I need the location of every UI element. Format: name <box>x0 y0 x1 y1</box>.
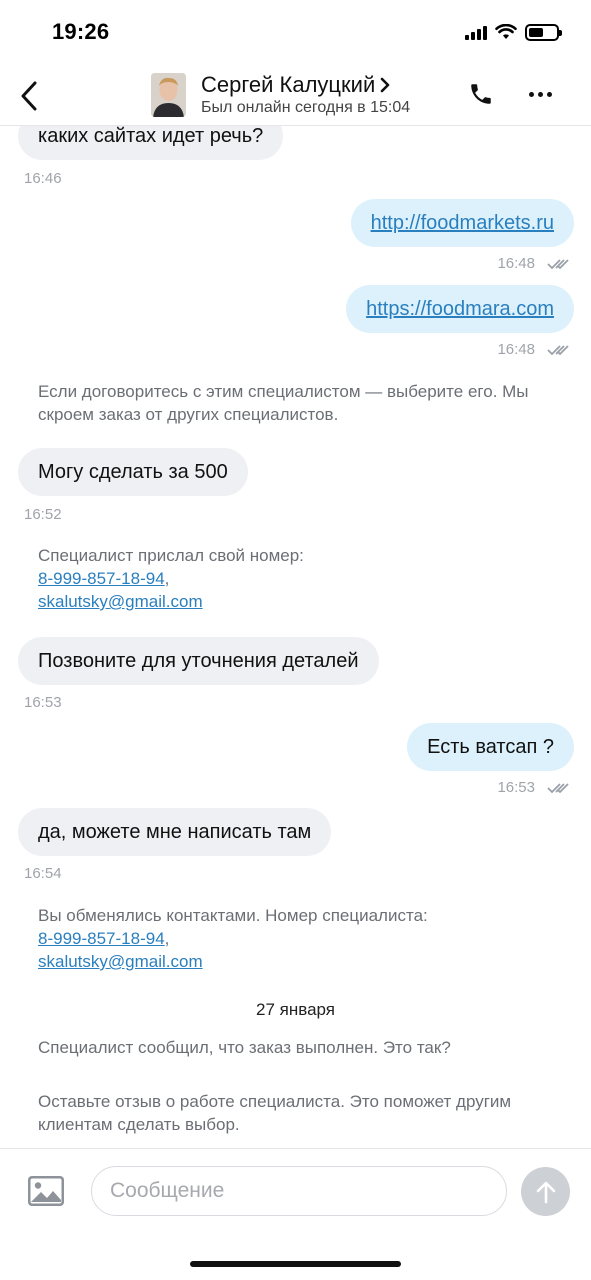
email-link[interactable]: skalutsky@gmail.com <box>38 592 203 611</box>
message-time: 16:53 <box>24 694 62 711</box>
message-outgoing[interactable]: https://foodmara.com <box>346 285 574 333</box>
message-incoming[interactable]: да, можете мне написать там <box>18 808 332 856</box>
battery-icon <box>525 23 562 41</box>
avatar[interactable] <box>151 73 186 117</box>
message-text: Могу сделать за 500 <box>38 461 228 483</box>
message-meta: 16:48 <box>497 341 569 358</box>
status-icons <box>465 22 562 42</box>
message-text: да, можете мне написать там <box>38 821 312 843</box>
message-incoming[interactable]: Позвоните для уточнения деталей <box>18 637 379 685</box>
contact-status: Был онлайн сегодня в 15:04 <box>201 99 411 116</box>
double-check-icon <box>547 782 569 793</box>
avatar-photo <box>151 73 186 117</box>
call-button[interactable] <box>468 81 498 111</box>
message-time: 16:48 <box>497 341 535 358</box>
back-button[interactable] <box>12 76 46 116</box>
message-meta: 16:48 <box>497 255 569 272</box>
email-link[interactable]: skalutsky@gmail.com <box>38 952 203 971</box>
system-notice: Оставьте отзыв о работе специалиста. Это… <box>38 1092 512 1134</box>
status-bar: 19:26 <box>0 0 591 64</box>
status-time: 19:26 <box>52 19 110 44</box>
message-incoming[interactable]: каких сайтах идет речь? <box>18 126 284 160</box>
date-separator: 27 января <box>256 1000 335 1019</box>
attach-image-button[interactable] <box>27 1175 65 1207</box>
phone-link[interactable]: 8-999-857-18-94 <box>38 929 165 948</box>
phone-link[interactable]: 8-999-857-18-94 <box>38 569 165 588</box>
system-notice-text: Вы обменялись контактами. Номер специали… <box>38 906 428 925</box>
message-time: 16:52 <box>24 506 62 523</box>
chevron-right-icon <box>380 77 390 93</box>
image-icon <box>28 1176 64 1206</box>
wifi-icon <box>495 24 517 39</box>
message-incoming[interactable]: Могу сделать за 500 <box>18 448 248 496</box>
message-time: 16:48 <box>497 255 535 272</box>
cellular-signal-icon <box>465 24 487 40</box>
message-composer <box>0 1148 591 1280</box>
message-outgoing[interactable]: Есть ватсап ? <box>407 723 574 771</box>
system-notice: Специалист сообщил, что заказ выполнен. … <box>38 1038 451 1057</box>
more-dots-icon <box>529 92 534 97</box>
system-notice-text: Специалист прислал свой номер: <box>38 546 304 565</box>
contact-name-button[interactable]: Сергей Калуцкий <box>201 72 391 98</box>
chevron-left-icon <box>21 81 37 111</box>
message-input[interactable] <box>91 1166 507 1216</box>
chat-header: Сергей Калуцкий Был онлайн сегодня в 15:… <box>0 64 591 126</box>
double-check-icon <box>547 344 569 355</box>
more-button[interactable] <box>525 88 556 101</box>
home-indicator <box>190 1261 401 1267</box>
message-link[interactable]: http://foodmarkets.ru <box>371 212 554 234</box>
double-check-icon <box>547 258 569 269</box>
message-text: Есть ватсап ? <box>427 736 554 758</box>
message-text: каких сайтах идет речь? <box>38 126 264 147</box>
chat-thread[interactable]: каких сайтах идет речь? 16:46 http://foo… <box>0 126 591 1148</box>
contact-name: Сергей Калуцкий <box>201 72 376 97</box>
message-meta: 16:53 <box>497 779 569 796</box>
phone-icon <box>471 84 491 104</box>
system-notice-contacts: Специалист прислал свой номер: 8-999-857… <box>38 544 558 613</box>
message-time: 16:46 <box>24 170 62 187</box>
system-notice: Если договоритесь с этим специалистом — … <box>38 382 529 424</box>
message-link[interactable]: https://foodmara.com <box>366 298 554 320</box>
send-button[interactable] <box>521 1167 570 1216</box>
message-time: 16:54 <box>24 865 62 882</box>
system-notice-contacts: Вы обменялись контактами. Номер специали… <box>38 904 558 973</box>
message-text: Позвоните для уточнения деталей <box>38 650 359 672</box>
message-outgoing[interactable]: http://foodmarkets.ru <box>350 199 574 247</box>
message-time: 16:53 <box>497 779 535 796</box>
arrow-up-icon <box>536 1181 555 1203</box>
